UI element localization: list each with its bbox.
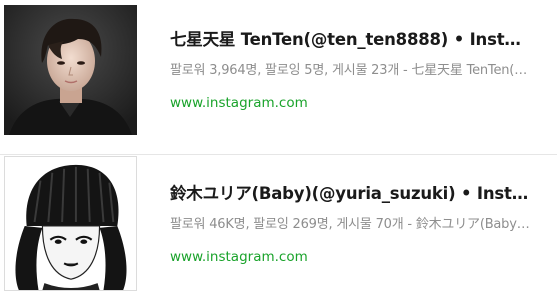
search-result-list: 七星天星 TenTen(@ten_ten8888) • Instagram ph… [0,0,557,291]
result-text-block: 七星天星 TenTen(@ten_ten8888) • Instagram ph… [170,28,530,113]
result-url[interactable]: www.instagram.com [170,247,530,267]
result-thumbnail[interactable] [4,5,137,135]
illustration-image [5,157,136,290]
result-url[interactable]: www.instagram.com [170,93,530,113]
result-text-block: 鈴木ユリア(Baby)(@yuria_suzuki) • Instagram p… [170,182,530,267]
result-thumbnail[interactable] [4,156,137,291]
result-description: 팔로워 46K명, 팔로잉 269명, 게시물 70개 - 鈴木ユリア(Baby… [170,217,530,232]
profile-photo-image [4,5,137,135]
search-result-item[interactable]: 七星天星 TenTen(@ten_ten8888) • Instagram ph… [0,0,557,140]
result-title[interactable]: 鈴木ユリア(Baby)(@yuria_suzuki) • Instagram p… [170,182,530,206]
result-description: 팔로워 3,964명, 팔로잉 5명, 게시물 23개 - 七星天星 TenTe… [170,63,530,78]
result-title[interactable]: 七星天星 TenTen(@ten_ten8888) • Instagram ph… [170,28,530,52]
search-result-item[interactable]: 鈴木ユリア(Baby)(@yuria_suzuki) • Instagram p… [0,148,557,291]
